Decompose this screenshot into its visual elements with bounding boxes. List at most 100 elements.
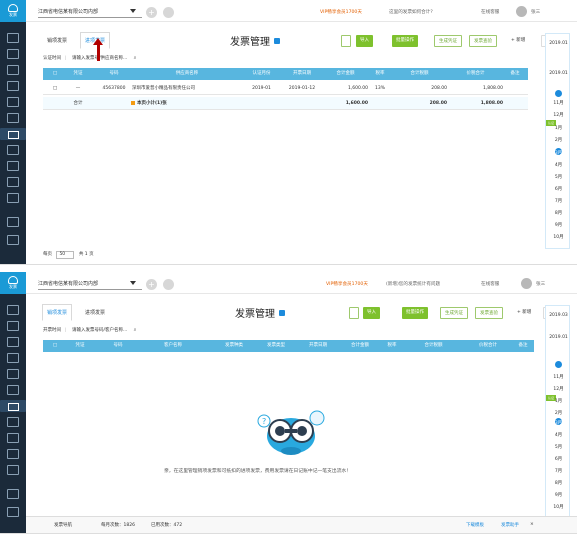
avatar[interactable] (521, 278, 532, 289)
header-voucher[interactable]: 凭证 (65, 340, 95, 352)
vip-status[interactable]: VIP畅享会员1700天 (326, 281, 368, 287)
header-issue-date[interactable]: 开票日期 (281, 68, 323, 80)
page-size-select[interactable]: 50 (56, 251, 75, 259)
header-vendor[interactable]: 供应商名称 (131, 68, 243, 80)
month-12[interactable]: 12月 (546, 112, 571, 118)
download-template-link[interactable]: 下载模板 (466, 522, 484, 528)
year-current[interactable]: 2019.01 (546, 41, 571, 46)
header-voucher[interactable]: 凭证 (63, 68, 93, 80)
month-12[interactable]: 12月 (546, 386, 571, 392)
row-checkbox[interactable]: □ (51, 82, 59, 95)
plus-icon[interactable]: + (146, 279, 157, 290)
header-note[interactable]: 备注 (503, 68, 527, 80)
sidebar-item-inventory[interactable] (7, 193, 19, 203)
sidebar-item-bank[interactable] (7, 433, 19, 443)
check-invoice-button[interactable]: 发票查验 (469, 35, 497, 47)
help-question[interactable]: (新增)您的发票统计有问题 (386, 281, 440, 287)
month-3[interactable]: 3月 (546, 420, 571, 426)
month-11[interactable]: 11月 (546, 100, 571, 106)
header-invoice-kind[interactable]: 发票种类 (213, 340, 255, 352)
month-7[interactable]: 7月 (546, 468, 571, 474)
tab-sales-invoices[interactable]: 销项发票 (42, 32, 72, 49)
sidebar-item-dashboard[interactable] (7, 33, 19, 43)
sidebar-item-bank[interactable] (7, 161, 19, 171)
month-8[interactable]: 8月 (546, 480, 571, 486)
month-1[interactable]: 1月 (546, 125, 571, 131)
sidebar-item-invoices[interactable] (0, 400, 26, 412)
header-customer[interactable]: 客户名称 (143, 340, 203, 352)
header-total-amount[interactable]: 合计金额 (323, 68, 368, 80)
user-name[interactable]: 张三 (531, 9, 540, 15)
month-9[interactable]: 9月 (546, 492, 571, 498)
month-10[interactable]: 10月 (546, 504, 571, 510)
header-note[interactable]: 备注 (513, 340, 533, 352)
sidebar-item-inventory[interactable] (7, 465, 19, 475)
header-invoice-type[interactable]: 发票类型 (255, 340, 297, 352)
header-number[interactable]: 号码 (99, 68, 129, 80)
grid-icon[interactable] (163, 279, 174, 290)
search-icon[interactable]: ⌕ (134, 56, 137, 61)
sidebar-item-assets[interactable] (7, 97, 19, 107)
online-service[interactable]: 在线客服 (481, 281, 499, 287)
month-6[interactable]: 6月 (546, 186, 571, 192)
sidebar-item-ledger[interactable] (7, 337, 19, 347)
grid-view-button[interactable] (349, 307, 359, 319)
year-selected[interactable]: 2019.01 (546, 335, 571, 340)
year-current[interactable]: 2019.03 (546, 313, 571, 318)
batch-operations-button[interactable]: 批量操作 (402, 307, 428, 319)
batch-operations-button[interactable]: 批量操作 (392, 35, 418, 47)
header-price-tax-total[interactable]: 价税合计 (448, 68, 503, 80)
year-selected[interactable]: 2019.01 (546, 71, 571, 76)
sidebar-item-invoices[interactable] (0, 128, 26, 140)
month-11[interactable]: 11月 (546, 374, 571, 380)
tab-purchase-invoices[interactable]: 进项发票 (80, 304, 110, 321)
header-total-amount[interactable]: 合计金额 (339, 340, 381, 352)
sidebar-item-more[interactable] (7, 507, 19, 517)
sidebar-item-settings[interactable] (7, 217, 19, 227)
month-8[interactable]: 8月 (546, 210, 571, 216)
search-input[interactable]: 请输入发票号码/客户名称... (72, 328, 127, 333)
month-4[interactable]: 4月 (546, 432, 571, 438)
check-invoice-button[interactable]: 发票查验 (475, 307, 503, 319)
chevron-down-icon[interactable] (130, 9, 136, 13)
search-icon[interactable]: ⌕ (134, 328, 137, 333)
import-button[interactable]: 导入 (356, 35, 373, 47)
month-10[interactable]: 10月 (546, 234, 571, 240)
generate-voucher-button[interactable]: 生成凭证 (440, 307, 468, 319)
header-total-tax[interactable]: 合计税额 (411, 340, 456, 352)
info-icon[interactable] (279, 310, 285, 316)
invoice-navigation-link[interactable]: 发票导航 (54, 522, 72, 528)
header-tax-rate[interactable]: 税率 (379, 340, 405, 352)
table-row[interactable]: □ — 45637800 深圳市爱普小精品有限责任公司 2019-01 2019… (43, 82, 528, 95)
grid-icon[interactable] (163, 7, 174, 18)
add-new-button[interactable]: + 新增 (507, 35, 530, 47)
plus-icon[interactable]: + (146, 7, 157, 18)
sidebar-item-ledger[interactable] (7, 65, 19, 75)
generate-voucher-button[interactable]: 生成凭证 (434, 35, 462, 47)
sidebar-item-more[interactable] (7, 235, 19, 245)
issue-time-filter[interactable]: 开票时间 (43, 328, 61, 333)
import-button[interactable]: 导入 (363, 307, 380, 319)
month-9[interactable]: 9月 (546, 222, 571, 228)
sidebar-item-voucher[interactable] (7, 321, 19, 331)
sidebar-item-assets[interactable] (7, 369, 19, 379)
month-5[interactable]: 5月 (546, 444, 571, 450)
month-1[interactable]: 1月 (546, 398, 571, 404)
tab-sales-invoices[interactable]: 销项发票 (42, 304, 73, 321)
sidebar-item-reports[interactable] (7, 353, 19, 363)
header-issue-date[interactable]: 开票日期 (297, 340, 339, 352)
help-question[interactable]: 这里的发票如何合计? (389, 9, 433, 15)
sidebar-item-tax[interactable] (7, 145, 19, 155)
close-icon[interactable]: × (530, 522, 534, 527)
online-service[interactable]: 在线客服 (481, 9, 499, 15)
company-selector[interactable]: 江西省电信某有限公司内部 (38, 280, 142, 290)
month-6[interactable]: 6月 (546, 456, 571, 462)
company-selector[interactable]: 江西省电信某有限公司内部 (38, 8, 142, 18)
add-new-button[interactable]: + 新增 (513, 307, 536, 319)
grid-view-button[interactable] (341, 35, 351, 47)
header-tax-rate[interactable]: 税率 (368, 68, 392, 80)
header-total-tax[interactable]: 合计税额 (392, 68, 447, 80)
sidebar-item-dashboard[interactable] (7, 305, 19, 315)
sidebar-item-salary[interactable] (7, 113, 19, 123)
month-4[interactable]: 4月 (546, 162, 571, 168)
